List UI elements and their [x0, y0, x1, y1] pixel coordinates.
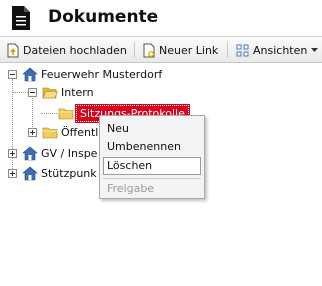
menu-separator: [103, 178, 201, 179]
menu-item-new[interactable]: Neu: [103, 120, 201, 138]
tree-node-root[interactable]: Feuerwehr Musterdorf: [22, 65, 162, 83]
window-header: Dokumente: [0, 0, 322, 37]
new-link-button[interactable]: Neuer Link: [143, 41, 218, 59]
expand-toggle[interactable]: [8, 149, 17, 158]
upload-files-button[interactable]: Dateien hochladen: [7, 41, 127, 59]
upload-files-label: Dateien hochladen: [23, 43, 127, 57]
new-link-label: Neuer Link: [159, 43, 219, 57]
tree-node-stuetzpunkt[interactable]: Stützpunk: [22, 164, 97, 182]
tree-connector: [32, 93, 33, 133]
views-dropdown-button[interactable]: Ansichten: [236, 41, 322, 59]
new-link-icon: [143, 43, 155, 57]
menu-item-delete[interactable]: Löschen: [103, 157, 201, 175]
views-grid-icon: [236, 44, 249, 56]
tree-node-label: Intern: [61, 85, 94, 99]
tree-node-label: Öffentl: [61, 125, 99, 139]
folder-icon: [58, 108, 74, 119]
tree-node-label: Stützpunk: [41, 166, 97, 180]
toolbar-divider: [227, 42, 228, 58]
toolbar-divider: [134, 42, 135, 58]
expand-toggle[interactable]: [28, 128, 37, 137]
folder-icon: [42, 127, 58, 138]
document-icon: [12, 6, 30, 30]
tree-connector: [12, 79, 13, 177]
toolbar: Dateien hochladen Neuer Link Ansichten: [0, 37, 322, 63]
expand-toggle[interactable]: [8, 169, 17, 178]
folder-open-icon: [42, 87, 58, 98]
tree-node-public[interactable]: Öffentl: [42, 123, 98, 141]
context-menu: Neu Umbenennen Löschen Freigabe: [99, 115, 205, 199]
home-icon: [22, 146, 38, 160]
tree-connector: [41, 113, 57, 114]
upload-file-icon: [7, 43, 19, 57]
home-icon: [22, 67, 38, 81]
tree-node-label: GV / Inspe: [41, 146, 98, 160]
home-icon: [22, 166, 38, 180]
views-label: Ansichten: [253, 43, 308, 57]
menu-item-share: Freigabe: [107, 182, 155, 195]
tree-node-label: Feuerwehr Musterdorf: [41, 67, 163, 81]
collapse-toggle[interactable]: [28, 88, 37, 97]
tree-node-intern[interactable]: Intern: [42, 83, 94, 101]
page-title: Dokumente: [48, 7, 159, 27]
collapse-toggle[interactable]: [8, 70, 17, 79]
tree-connector: [13, 92, 28, 93]
menu-item-rename[interactable]: Umbenennen: [103, 138, 201, 156]
chevron-down-icon: [311, 48, 319, 52]
tree-node-gv[interactable]: GV / Inspe: [22, 144, 97, 162]
